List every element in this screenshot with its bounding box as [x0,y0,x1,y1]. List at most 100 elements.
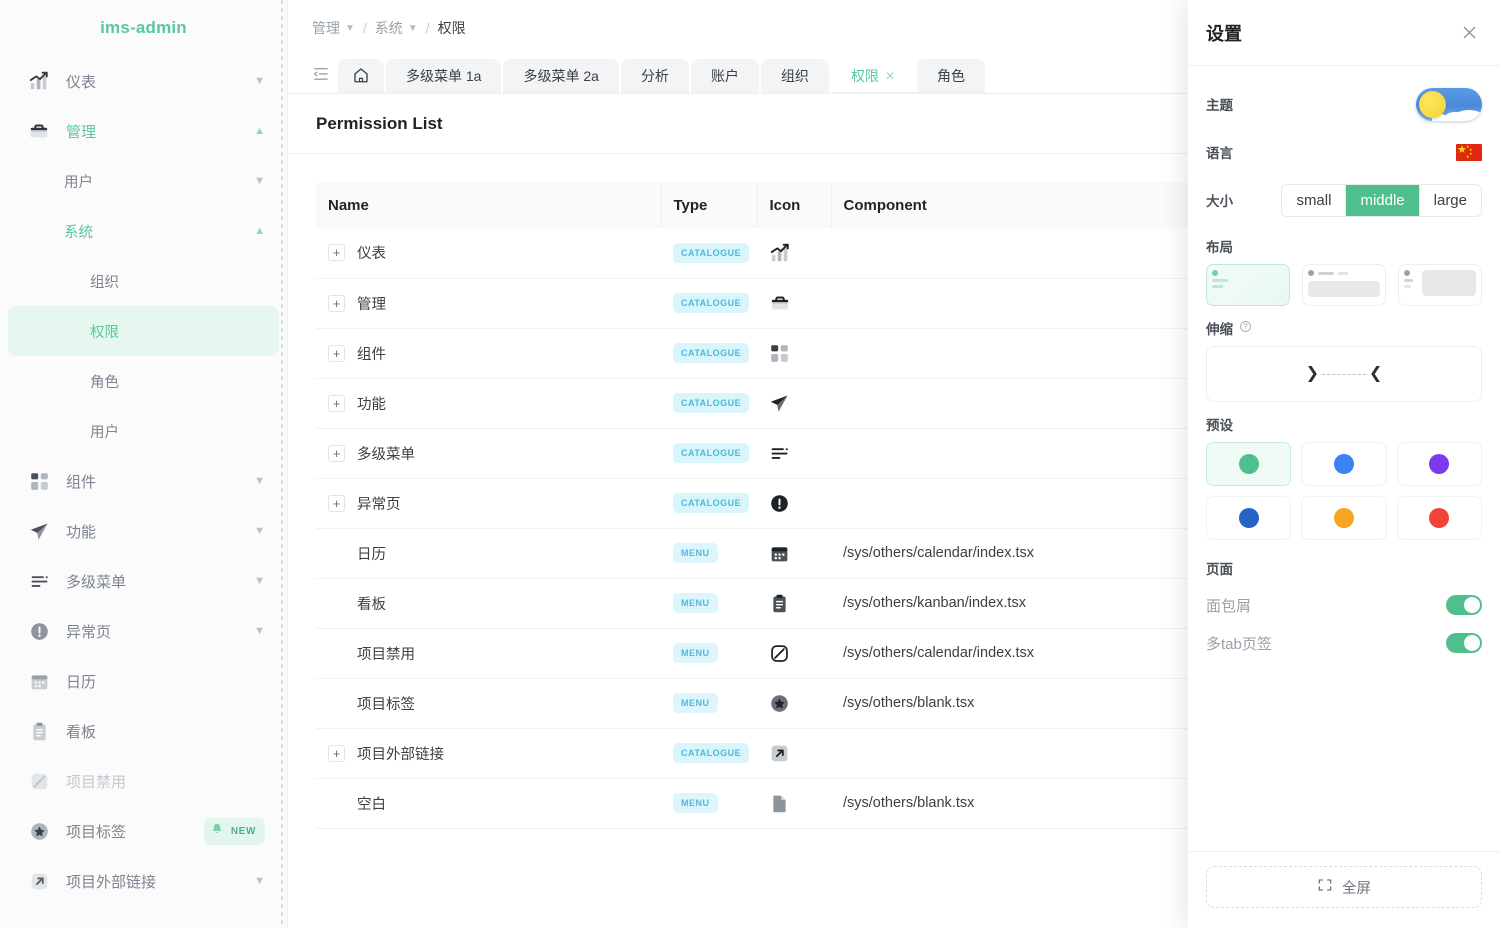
collapse-tabs-icon[interactable] [304,55,338,93]
cell-name: + 管理 [316,278,661,329]
cn-flag-icon[interactable]: ★ ★ ★ ★ ★ [1456,143,1482,161]
sidebar-item-components[interactable]: 组件 ▼ [8,456,279,506]
preset-color-3[interactable] [1206,496,1292,540]
tab-label: 权限 [850,68,879,84]
breadcrumb-separator: / [425,20,430,36]
star-icon [769,693,819,714]
chevron-down-icon: ▼ [254,874,265,887]
tab-analysis[interactable]: 分析 [620,59,689,93]
chart-icon [26,68,52,94]
tab-multilevel-1a[interactable]: 多级菜单 1a [386,59,502,93]
expand-icon[interactable]: + [328,444,345,462]
multitab-toggle[interactable] [1446,633,1482,653]
setting-breadcrumb-row: 面包屑 [1206,586,1482,624]
row-name: 空白 [357,796,386,813]
type-badge: MENU [673,693,718,713]
preset-color-2[interactable] [1396,442,1482,486]
sidebar-scrollbar[interactable] [281,0,285,928]
clipboard-icon [769,593,819,614]
size-option-large[interactable]: large [1420,185,1481,216]
tab-account[interactable]: 账户 [690,59,759,93]
sidebar-item-system[interactable]: 系统 ▲ [8,206,279,256]
layout-option-mixed[interactable] [1398,264,1482,306]
layout-option-horizontal[interactable] [1302,264,1386,306]
fullscreen-button[interactable]: 全屏 [1206,866,1482,908]
cell-name: + 空白 [316,778,661,829]
row-name: 项目禁用 [357,646,415,663]
cell-type: MENU [661,678,757,729]
row-name: 仪表 [357,246,386,263]
sidebar-item-external-link[interactable]: 项目外部链接 ▼ [8,856,279,906]
cell-type: MENU [661,778,757,829]
close-icon[interactable]: ✕ [885,69,895,83]
brand-logo: ims-admin [100,18,187,37]
size-option-small[interactable]: small [1282,184,1347,216]
chevron-down-icon: ▼ [254,474,265,487]
expand-icon[interactable]: + [328,494,345,512]
cell-name: + 项目禁用 [316,628,661,679]
setting-multitab-row: 多tab页签 [1206,624,1482,662]
column-header-type: Type [661,182,758,228]
chevron-right-icon: ❯ [1305,365,1319,382]
setting-stretch-label: 伸缩 [1206,318,1482,338]
preset-color-0[interactable] [1206,442,1292,486]
setting-theme-label: 主题 [1206,98,1233,113]
cell-type: MENU [661,628,757,679]
expand-icon[interactable]: + [328,244,345,262]
sidebar-item-role[interactable]: 角色 [8,356,279,406]
sidebar-item-label: 组织 [90,274,119,291]
setting-language-row: 语言 ★ ★ ★ ★ ★ [1206,128,1482,176]
page-title: Permission List [316,113,443,133]
sidebar-item-multilevel-menu[interactable]: 多级菜单 ▼ [8,556,279,606]
sidebar-item-disabled[interactable]: 项目禁用 [8,756,279,806]
type-badge: CATALOGUE [673,493,750,513]
breadcrumb-toggle[interactable] [1446,595,1482,615]
expand-icon[interactable]: + [328,394,345,412]
sidebar-item-kanban[interactable]: 看板 [8,706,279,756]
preset-color-5[interactable] [1396,496,1482,540]
sidebar-item-permission[interactable]: 权限 [8,306,279,356]
layout-option-vertical[interactable] [1206,264,1290,306]
type-badge: MENU [673,643,718,663]
preset-color-4[interactable] [1301,496,1387,540]
sidebar-item-calendar[interactable]: 日历 [8,656,279,706]
sidebar-item-users[interactable]: 用户 ▼ [8,156,279,206]
cell-icon [757,378,831,429]
size-option-middle[interactable]: middle [1346,184,1420,216]
expand-icon[interactable]: + [328,344,345,362]
chevron-down-icon: ▼ [254,574,265,587]
theme-toggle[interactable] [1416,87,1482,121]
breadcrumb-label: 系统 [374,20,403,36]
sidebar-item-dashboard[interactable]: 仪表 ▼ [8,56,279,106]
expand-icon[interactable]: + [328,744,345,762]
sidebar-item-user[interactable]: 用户 [8,406,279,456]
tab-role[interactable]: 角色 [917,59,985,93]
sidebar-item-features[interactable]: 功能 ▼ [8,506,279,556]
question-icon[interactable] [1239,320,1252,336]
close-icon[interactable] [1456,20,1482,46]
tab-organization[interactable]: 组织 [760,59,829,93]
cell-icon [757,428,831,479]
stretch-control[interactable]: ❯ ❮ [1206,346,1482,402]
sidebar: ims-admin 仪表 ▼ 管理 ▲ 用户 ▼ 系统 ▲ 组织 权限 角色 用… [0,0,288,928]
breadcrumb-item-1[interactable]: 系统 ▼ [375,18,418,38]
type-badge: MENU [673,593,718,613]
sidebar-item-organization[interactable]: 组织 [8,256,279,306]
expand-icon[interactable]: + [328,294,345,312]
breadcrumb-item-2: 权限 [438,18,466,38]
chevron-down-icon: ▼ [254,624,265,637]
sidebar-item-exception-pages[interactable]: 异常页 ▼ [8,606,279,656]
setting-page-label: 页面 [1206,562,1233,577]
sun-icon [1419,90,1446,118]
tab-home[interactable] [338,59,384,93]
sidebar-item-label: 用户 [64,174,93,191]
sidebar-item-management[interactable]: 管理 ▲ [8,106,279,156]
sidebar-item-project-tag[interactable]: 项目标签 NEW [8,806,279,856]
breadcrumb-item-0[interactable]: 管理 ▼ [312,18,355,38]
column-header-icon: Icon [757,182,832,228]
tab-permission[interactable]: 权限 ✕ [830,59,915,93]
tab-multilevel-2a[interactable]: 多级菜单 2a [503,59,619,93]
preset-color-1[interactable] [1301,442,1387,486]
chevron-down-icon: ▼ [254,524,265,537]
settings-footer: 全屏 [1188,851,1500,928]
